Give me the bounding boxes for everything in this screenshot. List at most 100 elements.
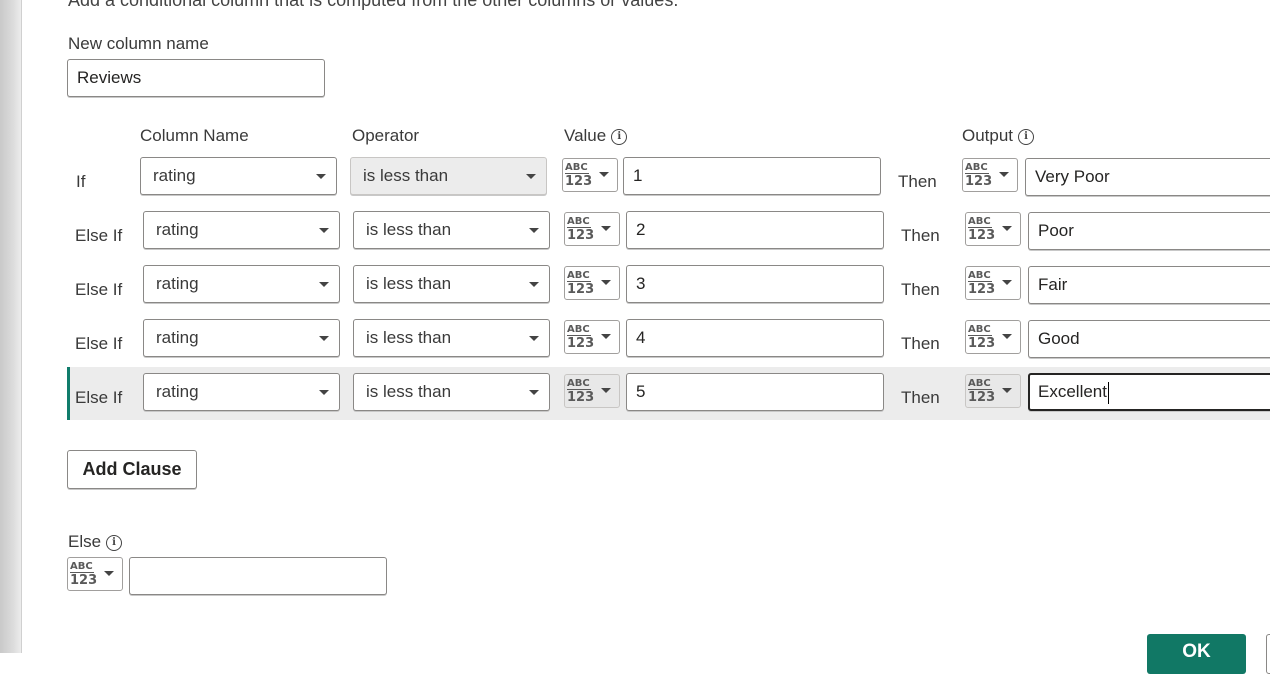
- value-type-button[interactable]: ABC 123: [564, 320, 620, 354]
- output-info-icon[interactable]: i: [1018, 128, 1035, 145]
- output-type-button[interactable]: ABC 123: [965, 212, 1021, 246]
- operator-dropdown[interactable]: is less than: [353, 373, 550, 411]
- output-input[interactable]: Very Poor: [1025, 158, 1270, 196]
- else-info-icon[interactable]: i: [106, 534, 123, 551]
- chevron-down-icon: [601, 388, 611, 393]
- new-column-name-label: New column name: [68, 34, 209, 53]
- column-name-value: rating: [156, 328, 199, 347]
- clause-prefix-label: Else If: [75, 388, 123, 407]
- header-value: Value i: [564, 126, 628, 146]
- column-name-value: rating: [156, 220, 199, 239]
- value-type-button[interactable]: ABC 123: [564, 212, 620, 246]
- chevron-down-icon: [601, 334, 611, 339]
- operator-value: is less than: [366, 382, 452, 401]
- add-clause-button[interactable]: Add Clause: [67, 450, 197, 489]
- clause-prefix-label: Else If: [75, 226, 123, 245]
- then-label: Then: [898, 172, 937, 191]
- output-input[interactable]: Poor: [1028, 212, 1270, 250]
- operator-dropdown[interactable]: is less than: [350, 157, 547, 195]
- operator-value: is less than: [366, 274, 452, 293]
- abc-123-type-icon: ABC 123: [968, 270, 996, 297]
- new-column-name-input[interactable]: Reviews: [67, 59, 325, 97]
- chevron-down-icon: [319, 228, 329, 233]
- output-type-button[interactable]: ABC 123: [965, 266, 1021, 300]
- abc-123-type-icon: ABC 123: [968, 216, 996, 243]
- chevron-down-icon: [529, 228, 539, 233]
- else-label: Else: [68, 532, 102, 551]
- then-label: Then: [901, 226, 940, 245]
- column-name-dropdown[interactable]: rating: [143, 211, 340, 249]
- value-input[interactable]: 3: [626, 265, 884, 303]
- chevron-down-icon: [526, 174, 536, 179]
- value-input[interactable]: 5: [626, 373, 884, 411]
- dialog-left-shadow: [0, 0, 22, 653]
- chevron-down-icon: [1002, 226, 1012, 231]
- chevron-down-icon: [601, 280, 611, 285]
- value-input[interactable]: 1: [623, 157, 881, 195]
- operator-dropdown[interactable]: is less than: [353, 265, 550, 303]
- output-type-button[interactable]: ABC 123: [962, 158, 1018, 192]
- operator-dropdown[interactable]: is less than: [353, 319, 550, 357]
- value-type-button[interactable]: ABC 123: [564, 374, 620, 408]
- chevron-down-icon: [316, 174, 326, 179]
- abc-123-type-icon: ABC 123: [565, 162, 593, 189]
- chevron-down-icon: [104, 571, 114, 576]
- chevron-down-icon: [999, 172, 1009, 177]
- cancel-button[interactable]: [1266, 634, 1270, 674]
- abc-123-type-icon: ABC 123: [968, 324, 996, 351]
- abc-123-type-icon: ABC 123: [968, 378, 996, 405]
- else-label-group: Else i: [68, 532, 123, 552]
- chevron-down-icon: [601, 226, 611, 231]
- header-operator: Operator: [352, 126, 420, 145]
- abc-123-type-icon: ABC 123: [567, 324, 595, 351]
- chevron-down-icon: [1002, 334, 1012, 339]
- abc-123-type-icon: ABC 123: [70, 561, 98, 588]
- abc-123-type-icon: ABC 123: [567, 378, 595, 405]
- header-output-label: Output: [962, 126, 1014, 145]
- chevron-down-icon: [319, 336, 329, 341]
- column-name-dropdown[interactable]: rating: [143, 373, 340, 411]
- abc-123-type-icon: ABC 123: [567, 216, 595, 243]
- chevron-down-icon: [1002, 388, 1012, 393]
- column-name-value: rating: [153, 166, 196, 185]
- else-type-button[interactable]: ABC 123: [67, 557, 123, 591]
- value-type-button[interactable]: ABC 123: [564, 266, 620, 300]
- chevron-down-icon: [1002, 280, 1012, 285]
- column-name-dropdown[interactable]: rating: [143, 265, 340, 303]
- value-input[interactable]: 2: [626, 211, 884, 249]
- clause-prefix-label: Else If: [75, 334, 123, 353]
- value-type-button[interactable]: ABC 123: [562, 158, 618, 192]
- chevron-down-icon: [319, 282, 329, 287]
- output-input-focused[interactable]: Excellent: [1028, 373, 1270, 411]
- value-input[interactable]: 4: [626, 319, 884, 357]
- operator-dropdown[interactable]: is less than: [353, 211, 550, 249]
- chevron-down-icon: [599, 172, 609, 177]
- column-name-dropdown[interactable]: rating: [143, 319, 340, 357]
- header-value-label: Value: [564, 126, 607, 145]
- operator-value: is less than: [366, 328, 452, 347]
- output-type-button[interactable]: ABC 123: [965, 374, 1021, 408]
- dialog-description: Add a conditional column that is compute…: [68, 0, 679, 10]
- clause-prefix-label: Else If: [75, 280, 123, 299]
- text-caret: [1107, 381, 1109, 404]
- abc-123-type-icon: ABC 123: [965, 162, 993, 189]
- then-label: Then: [901, 280, 940, 299]
- output-input-value: Excellent: [1038, 382, 1107, 401]
- operator-value: is less than: [363, 166, 449, 185]
- output-input[interactable]: Good: [1028, 320, 1270, 358]
- chevron-down-icon: [529, 336, 539, 341]
- output-type-button[interactable]: ABC 123: [965, 320, 1021, 354]
- clause-prefix-label: If: [76, 172, 86, 191]
- header-output: Output i: [962, 126, 1035, 146]
- value-info-icon[interactable]: i: [611, 128, 628, 145]
- output-input[interactable]: Fair: [1028, 266, 1270, 304]
- ok-button[interactable]: OK: [1147, 634, 1246, 674]
- then-label: Then: [901, 334, 940, 353]
- then-label: Then: [901, 388, 940, 407]
- abc-123-type-icon: ABC 123: [567, 270, 595, 297]
- column-name-value: rating: [156, 382, 199, 401]
- operator-value: is less than: [366, 220, 452, 239]
- column-name-dropdown[interactable]: rating: [140, 157, 337, 195]
- else-input[interactable]: [129, 557, 387, 595]
- column-name-value: rating: [156, 274, 199, 293]
